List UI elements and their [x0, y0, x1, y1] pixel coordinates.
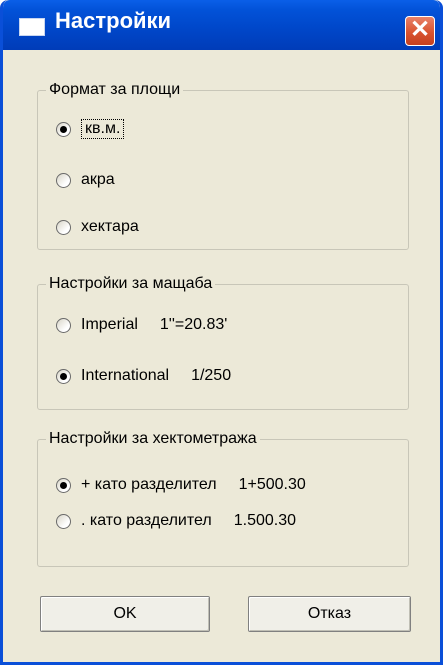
- radio-button-icon[interactable]: [56, 219, 71, 235]
- radio-label-plus-separator: + като разделител: [81, 476, 217, 493]
- radio-button-checked-icon[interactable]: [56, 477, 71, 493]
- radio-label-imperial: Imperial: [81, 316, 138, 333]
- chainage-settings-group: Настройки за хектометража: [37, 430, 409, 567]
- window-icon: [19, 18, 45, 36]
- settings-dialog: Настройки ✕ Формат за площи кв.м. акра х…: [0, 0, 443, 665]
- title-bar[interactable]: Настройки ✕: [3, 0, 440, 50]
- radio-label-sq-m: кв.м.: [81, 119, 125, 139]
- radio-button-checked-icon[interactable]: [56, 368, 71, 384]
- imperial-scale-value: 1''=20.83': [159, 316, 228, 333]
- radio-button-icon[interactable]: [56, 317, 71, 333]
- radio-label-international: International: [81, 367, 170, 384]
- radio-sq-m[interactable]: кв.м.: [56, 119, 125, 139]
- scale-settings-group: Настройки за мащаба: [37, 275, 409, 410]
- radio-button-icon[interactable]: [56, 172, 71, 188]
- international-scale-value: 1/250: [191, 367, 232, 384]
- radio-button-checked-icon[interactable]: [56, 121, 71, 137]
- radio-imperial[interactable]: Imperial 1''=20.83': [56, 316, 227, 334]
- cancel-button[interactable]: Отказ: [248, 596, 411, 632]
- area-format-legend: Формат за площи: [49, 81, 181, 98]
- radio-international[interactable]: International 1/250: [56, 367, 231, 385]
- radio-button-icon[interactable]: [56, 513, 71, 529]
- plus-separator-example: 1+500.30: [238, 476, 306, 493]
- radio-plus-separator[interactable]: + като разделител 1+500.30: [56, 476, 306, 494]
- radio-hectare[interactable]: хектара: [56, 218, 139, 236]
- radio-acre[interactable]: акра: [56, 171, 115, 189]
- close-button[interactable]: ✕: [405, 16, 435, 46]
- scale-settings-legend: Настройки за мащаба: [49, 275, 213, 292]
- ok-button[interactable]: OK: [40, 596, 210, 632]
- chainage-settings-legend: Настройки за хектометража: [49, 430, 257, 447]
- dot-separator-example: 1.500.30: [233, 512, 296, 529]
- radio-dot-separator[interactable]: . като разделител 1.500.30: [56, 512, 296, 530]
- radio-label-acre: акра: [81, 171, 115, 188]
- radio-label-hectare: хектара: [81, 218, 139, 235]
- window-title: Настройки: [55, 8, 172, 33]
- radio-label-dot-separator: . като разделител: [81, 512, 212, 529]
